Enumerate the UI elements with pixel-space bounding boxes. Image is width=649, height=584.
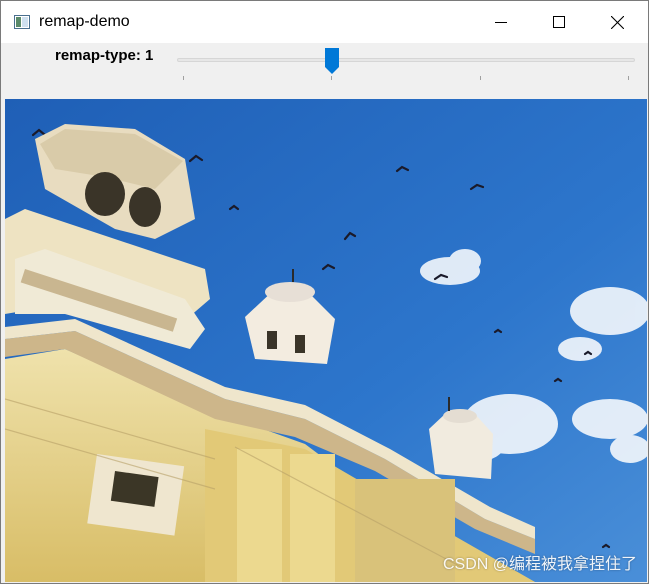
window-title: remap-demo	[39, 13, 130, 30]
close-button[interactable]	[589, 1, 645, 43]
minimize-icon	[495, 22, 507, 23]
maximize-button[interactable]	[531, 1, 587, 43]
close-icon	[610, 15, 624, 29]
photo-building-sky	[5, 99, 647, 582]
slider-tick	[331, 76, 332, 80]
maximize-icon	[553, 16, 565, 28]
slider-tick	[183, 76, 184, 80]
slider-thumb[interactable]	[324, 48, 339, 74]
window-app-icon	[14, 15, 30, 29]
app-window: remap-demo remap-type: 1 CSDN @编程被我拿捏住了	[0, 0, 649, 584]
trackbar-panel: remap-type: 1	[1, 43, 648, 99]
title-bar[interactable]: remap-demo	[1, 1, 648, 43]
slider-track[interactable]	[177, 58, 635, 62]
slider-tick	[628, 76, 629, 80]
remapped-image: CSDN @编程被我拿捏住了	[5, 99, 647, 582]
image-watermark: CSDN @编程被我拿捏住了	[442, 556, 637, 573]
slider-tick	[480, 76, 481, 80]
trackbar-label: remap-type: 1	[55, 47, 154, 64]
remap-type-slider[interactable]	[177, 47, 635, 87]
minimize-button[interactable]	[473, 1, 529, 43]
